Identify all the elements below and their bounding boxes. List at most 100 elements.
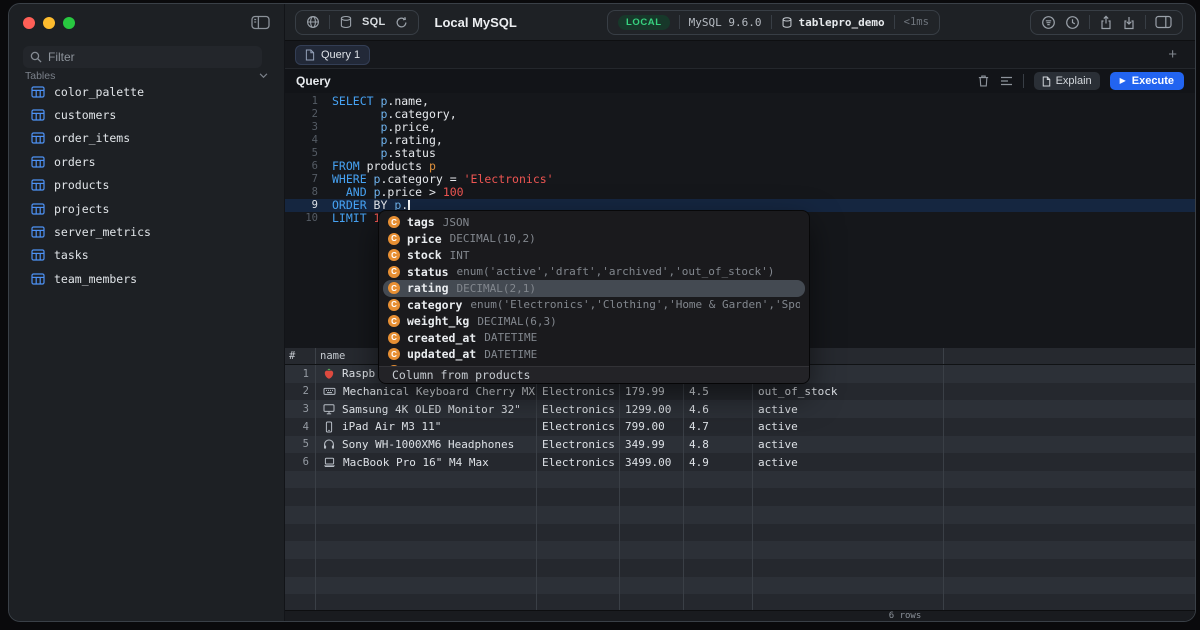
column-name: tags [407, 215, 435, 229]
database-name[interactable]: tablepro_demo [799, 16, 885, 29]
autocomplete-item-rating[interactable]: CratingDECIMAL(2,1) [383, 280, 805, 297]
filter-input[interactable]: Filter [23, 46, 262, 68]
column-header-#[interactable]: # [285, 348, 316, 364]
sidebar-item-orders[interactable]: orders [9, 150, 284, 173]
autocomplete-item-weight_kg[interactable]: Cweight_kgDECIMAL(6,3) [383, 313, 805, 330]
trash-icon[interactable] [977, 74, 990, 88]
autocomplete-item-created_at[interactable]: Ccreated_atDATETIME [383, 330, 805, 347]
cell[interactable]: 179.99 [620, 383, 684, 401]
cell[interactable] [944, 418, 1195, 436]
table-row-3[interactable]: 3Samsung 4K OLED Monitor 32"Electronics1… [285, 400, 1195, 418]
cell[interactable]: out_of_stock [753, 383, 944, 401]
cell[interactable]: 799.00 [620, 418, 684, 436]
autocomplete-item-updated_at[interactable]: Cupdated_atDATETIME [383, 346, 805, 363]
sidebar-item-projects[interactable]: projects [9, 197, 284, 220]
refresh-icon[interactable] [395, 16, 408, 29]
cell[interactable]: 4.5 [684, 383, 753, 401]
column-badge-icon: C [388, 348, 400, 360]
table-row-4[interactable]: 4iPad Air M3 11"Electronics799.004.7acti… [285, 418, 1195, 436]
cell[interactable] [944, 400, 1195, 418]
cell[interactable]: Electronics [537, 383, 620, 401]
cell[interactable]: Samsung 4K OLED Monitor 32" [316, 400, 537, 418]
sidebar-item-team_members[interactable]: team_members [9, 267, 284, 290]
cell[interactable]: active [753, 436, 944, 454]
cell[interactable] [944, 365, 1195, 383]
globe-icon[interactable] [306, 15, 320, 29]
cell[interactable]: iPad Air M3 11" [316, 418, 537, 436]
window-close-icon[interactable] [23, 17, 35, 29]
cell[interactable] [944, 453, 1195, 471]
filter-lines-icon[interactable] [1041, 15, 1056, 30]
database-icon[interactable] [339, 15, 353, 29]
window-zoom-icon[interactable] [63, 17, 75, 29]
cell[interactable]: 2 [285, 383, 316, 401]
cell [537, 541, 620, 559]
cell[interactable]: Electronics [537, 418, 620, 436]
cell[interactable]: Electronics [537, 436, 620, 454]
column-type: DATETIME [484, 348, 537, 361]
table-grid-icon [31, 132, 54, 144]
cell[interactable]: 3 [285, 400, 316, 418]
import-icon[interactable] [1122, 15, 1136, 30]
desktop-background: Filter Tables color_palettecustomersorde… [0, 0, 1200, 630]
sidebar-item-tasks[interactable]: tasks [9, 244, 284, 267]
cell[interactable]: 4 [285, 418, 316, 436]
align-lines-icon[interactable] [1000, 75, 1013, 87]
cell[interactable]: 349.99 [620, 436, 684, 454]
cell[interactable]: 3499.00 [620, 453, 684, 471]
export-icon[interactable] [1099, 15, 1113, 30]
sidebar-item-customers[interactable]: customers [9, 103, 284, 126]
line-number: 10 [285, 212, 318, 225]
cell [285, 577, 316, 595]
cell [537, 506, 620, 524]
execute-button[interactable]: ▶ Execute [1110, 72, 1184, 90]
explain-button[interactable]: Explain [1034, 72, 1100, 90]
sidebar-item-products[interactable]: products [9, 174, 284, 197]
cell[interactable]: Electronics [537, 453, 620, 471]
tab-query-1[interactable]: Query 1 [295, 45, 370, 65]
cell[interactable]: Mechanical Keyboard Cherry MX [316, 383, 537, 401]
cell [316, 471, 537, 489]
autocomplete-item-category[interactable]: Ccategoryenum('Electronics','Clothing','… [383, 297, 805, 314]
cell[interactable]: 4.8 [684, 436, 753, 454]
cell[interactable]: 1299.00 [620, 400, 684, 418]
cell[interactable]: 4.6 [684, 400, 753, 418]
sql-mode-button[interactable]: SQL [362, 16, 386, 28]
cell[interactable]: 6 [285, 453, 316, 471]
table-name: customers [54, 108, 116, 122]
table-row-2[interactable]: 2Mechanical Keyboard Cherry MXElectronic… [285, 383, 1195, 401]
cell[interactable]: active [753, 400, 944, 418]
history-clock-icon[interactable] [1065, 15, 1080, 30]
cell [753, 524, 944, 542]
cell[interactable]: Electronics [537, 400, 620, 418]
panel-right-icon[interactable] [1155, 15, 1172, 29]
line-number: 4 [285, 134, 318, 147]
cell[interactable]: active [753, 453, 944, 471]
cell[interactable]: Sony WH-1000XM6 Headphones [316, 436, 537, 454]
cell[interactable]: active [753, 418, 944, 436]
sidebar-item-order_items[interactable]: order_items [9, 127, 284, 150]
column-type: INT [450, 249, 470, 262]
autocomplete-item-status[interactable]: Cstatusenum('active','draft','archived',… [383, 264, 805, 281]
cell[interactable] [944, 383, 1195, 401]
autocomplete-item-stock[interactable]: CstockINT [383, 247, 805, 264]
cell[interactable]: 5 [285, 436, 316, 454]
autocomplete-item-price[interactable]: CpriceDECIMAL(10,2) [383, 231, 805, 248]
cell[interactable] [944, 436, 1195, 454]
sidebar-item-color_palette[interactable]: color_palette [9, 80, 284, 103]
autocomplete-item-tags[interactable]: CtagsJSON [383, 214, 805, 231]
connection-status-group: LOCAL MySQL 9.6.0 tablepro_demo <1ms [607, 10, 940, 35]
window-minimize-icon[interactable] [43, 17, 55, 29]
cell[interactable]: 1 [285, 365, 316, 383]
add-tab-button[interactable]: + [1168, 45, 1177, 65]
sidebar-toggle-icon[interactable] [251, 15, 270, 30]
cell[interactable]: 4.9 [684, 453, 753, 471]
cell[interactable]: MacBook Pro 16" M4 Max [316, 453, 537, 471]
table-row-5[interactable]: 5Sony WH-1000XM6 HeadphonesElectronics34… [285, 436, 1195, 454]
cell [285, 506, 316, 524]
sidebar-item-server_metrics[interactable]: server_metrics [9, 220, 284, 243]
column-badge-icon: C [388, 266, 400, 278]
cell [285, 488, 316, 506]
cell[interactable]: 4.7 [684, 418, 753, 436]
table-row-6[interactable]: 6MacBook Pro 16" M4 MaxElectronics3499.0… [285, 453, 1195, 471]
